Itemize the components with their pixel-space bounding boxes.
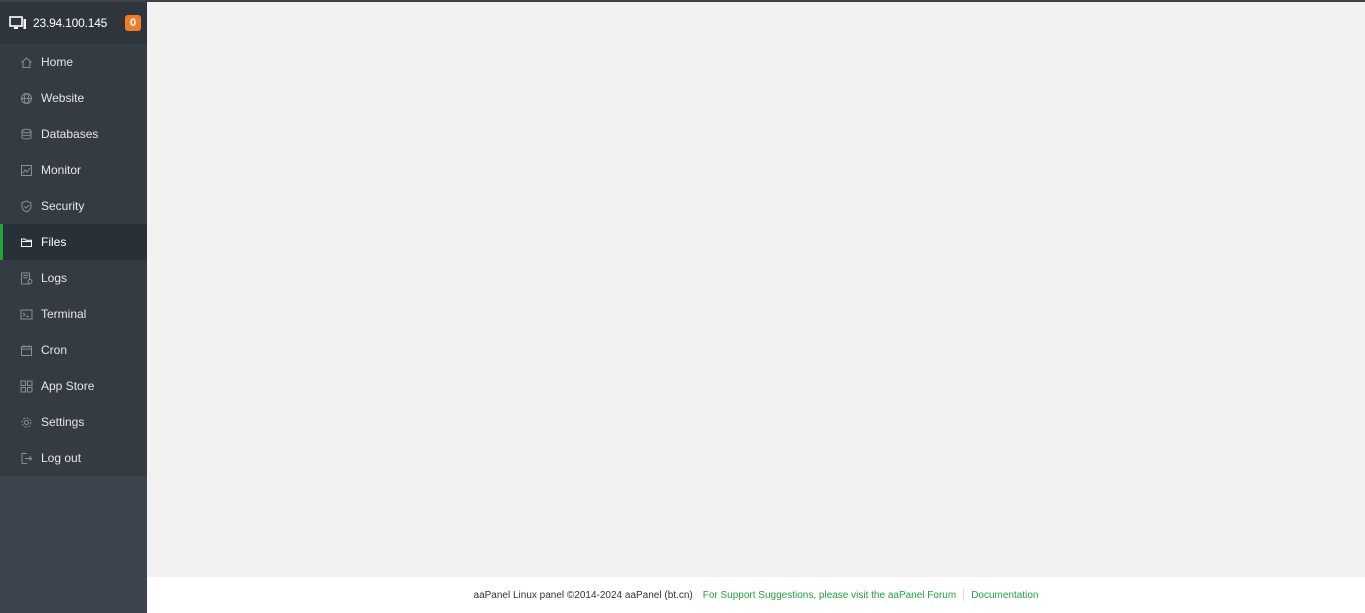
sidebar-item-cron[interactable]: Cron: [0, 332, 147, 368]
logout-icon: [20, 452, 33, 465]
sidebar-item-label: App Store: [41, 379, 95, 393]
sidebar-item-security[interactable]: Security: [0, 188, 147, 224]
server-header[interactable]: 23.94.100.145 0: [0, 2, 147, 44]
sidebar-item-label: Cron: [41, 343, 68, 357]
globe-icon: [20, 92, 33, 105]
gear-icon: [20, 416, 33, 429]
footer-divider: [963, 589, 965, 601]
sidebar-item-monitor[interactable]: Monitor: [0, 152, 147, 188]
terminal-icon: [20, 308, 33, 321]
sidebar-item-label: Settings: [41, 415, 85, 429]
log-icon: [20, 272, 33, 285]
server-ip: 23.94.100.145: [33, 16, 108, 30]
notification-badge[interactable]: 0: [125, 15, 141, 31]
calendar-icon: [20, 344, 33, 357]
page-footer: aaPanel Linux panel ©2014-2024 aaPanel (…: [147, 577, 1365, 613]
database-icon: [20, 128, 33, 141]
home-icon: [20, 56, 33, 69]
sidebar-item-logout[interactable]: Log out: [0, 440, 147, 476]
sidebar-item-settings[interactable]: Settings: [0, 404, 147, 440]
documentation-link[interactable]: Documentation: [971, 590, 1038, 601]
sidebar-item-home[interactable]: Home: [0, 44, 147, 80]
sidebar-item-website[interactable]: Website: [0, 80, 147, 116]
folder-icon: [20, 236, 33, 249]
copyright-text: aaPanel Linux panel ©2014-2024 aaPanel (…: [473, 589, 693, 601]
forum-link[interactable]: For Support Suggestions, please visit th…: [703, 590, 956, 601]
sidebar-item-label: Logs: [41, 271, 68, 285]
server-monitor-icon: [9, 16, 27, 30]
sidebar: 23.94.100.145 0 Home Website Databases M…: [0, 2, 147, 613]
sidebar-item-label: Files: [41, 235, 67, 249]
monitor-icon: [20, 164, 33, 177]
sidebar-item-label: Log out: [41, 451, 82, 465]
sidebar-item-app-store[interactable]: App Store: [0, 368, 147, 404]
sidebar-item-label: Terminal: [41, 307, 87, 321]
shield-icon: [20, 199, 33, 213]
sidebar-item-label: Website: [41, 91, 85, 105]
top-border: [0, 0, 1365, 2]
sidebar-item-label: Home: [41, 55, 74, 69]
sidebar-item-logs[interactable]: Logs: [0, 260, 147, 296]
grid-icon: [20, 380, 33, 393]
sidebar-item-label: Databases: [41, 127, 99, 141]
sidebar-item-label: Security: [41, 199, 85, 213]
sidebar-item-terminal[interactable]: Terminal: [0, 296, 147, 332]
sidebar-item-files[interactable]: Files: [0, 224, 147, 260]
sidebar-item-label: Monitor: [41, 163, 82, 177]
sidebar-item-databases[interactable]: Databases: [0, 116, 147, 152]
sidebar-menu: Home Website Databases Monitor Security: [0, 44, 147, 476]
